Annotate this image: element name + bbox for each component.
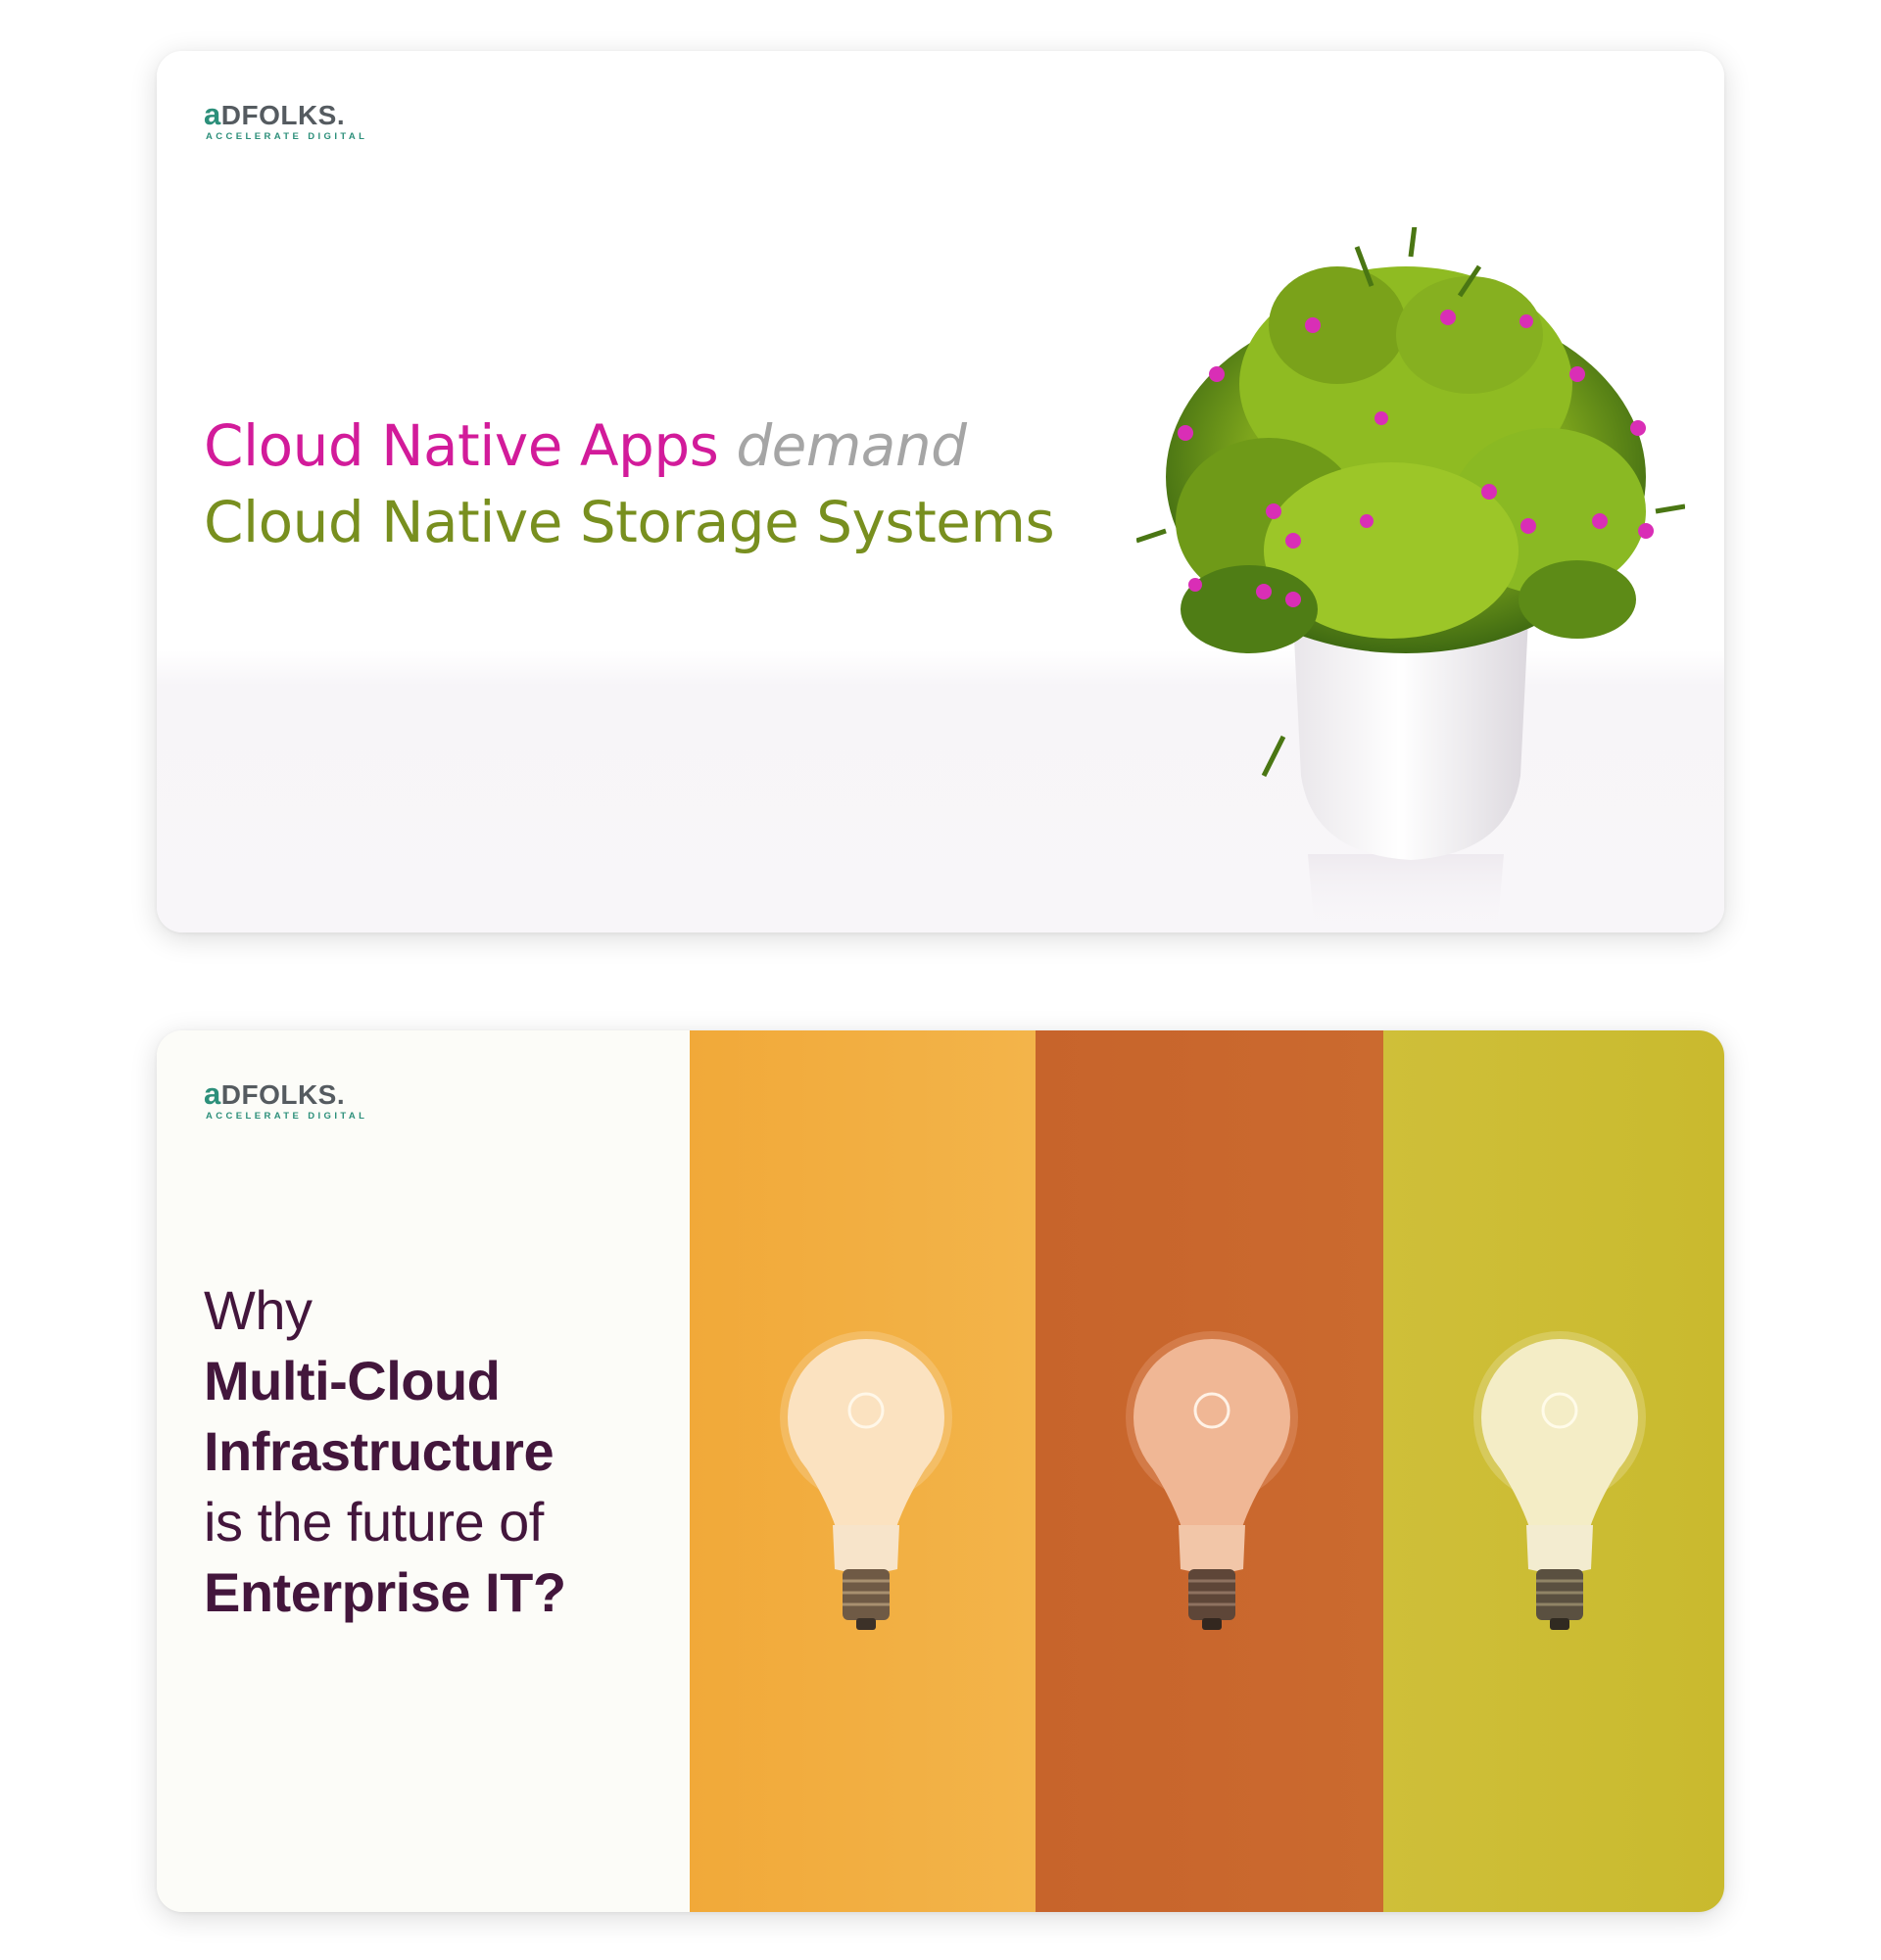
logo-tagline: ACCELERATE DIGITAL (206, 1111, 368, 1122)
bulb-panel-mustard (1383, 1030, 1724, 1912)
headline-line-bold: Infrastructure (204, 1420, 555, 1482)
headline-line-bold: Multi-Cloud (204, 1350, 501, 1411)
text-panel: aDFOLKS. ACCELERATE DIGITAL Why Multi-Cl… (157, 1030, 690, 1912)
potted-plant-image (1136, 227, 1685, 932)
headline-connector: demand (736, 412, 967, 479)
light-bulb-icon (1473, 1331, 1646, 1630)
headline-line: Why (204, 1279, 313, 1341)
logo-wordmark: aDFOLKS. (204, 97, 346, 131)
banner-headline: Cloud Native Apps demand Cloud Native St… (204, 407, 1055, 560)
logo-tagline: ACCELERATE DIGITAL (206, 131, 368, 142)
headline-line-bold: Enterprise IT? (204, 1561, 566, 1623)
headline-line: is the future of (204, 1491, 544, 1553)
adfolks-logo: aDFOLKS. ACCELERATE DIGITAL (204, 97, 368, 142)
banner-card-cloud-native[interactable]: aDFOLKS. ACCELERATE DIGITAL Cloud Native… (157, 51, 1724, 932)
headline-subject: Cloud Native Storage Systems (204, 489, 1055, 555)
light-bulb-icon (1126, 1331, 1298, 1630)
adfolks-logo: aDFOLKS. ACCELERATE DIGITAL (204, 1076, 368, 1122)
banner-headline: Why Multi-Cloud Infrastructure is the fu… (204, 1275, 566, 1628)
logo-wordmark: aDFOLKS. (204, 1076, 346, 1111)
headline-highlight: Cloud Native Apps (204, 412, 719, 479)
bulb-panel-yellow-orange (690, 1030, 1036, 1912)
light-bulb-icon (780, 1331, 952, 1630)
banner-card-multi-cloud[interactable]: aDFOLKS. ACCELERATE DIGITAL Why Multi-Cl… (157, 1030, 1724, 1912)
bulb-panel-burnt-orange (1036, 1030, 1383, 1912)
